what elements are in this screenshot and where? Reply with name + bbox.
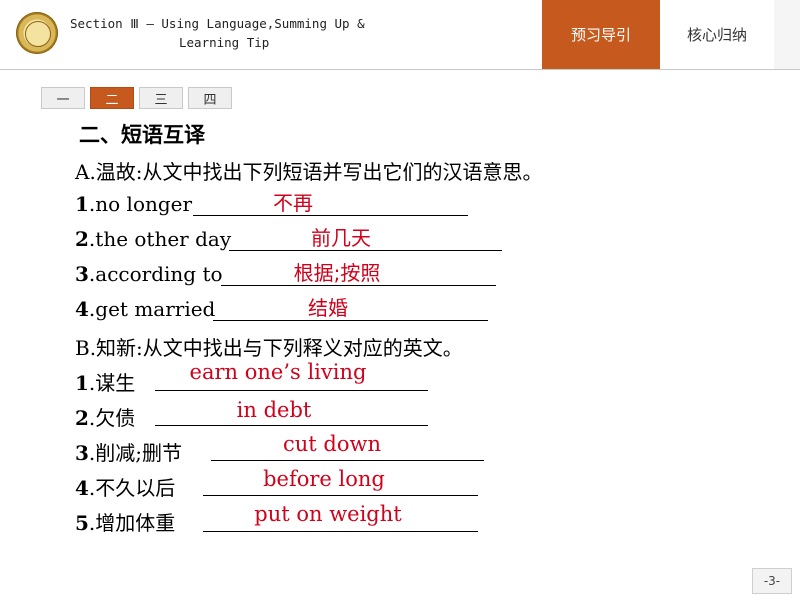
- answer-blank-line: [211, 460, 484, 461]
- item-text: .get married: [88, 297, 216, 321]
- part-b-instruction: B.知新:从文中找出与下列释义对应的英文。: [75, 336, 463, 360]
- part-b-row-5: 5.增加体重: [75, 507, 175, 537]
- item-number: 2: [75, 227, 89, 251]
- item-number: 1: [75, 371, 89, 395]
- part-a-row-4: 4.get married: [75, 297, 215, 327]
- answer-blank-line: [155, 390, 428, 391]
- answer-blank-line: [155, 425, 428, 426]
- page-heading: 二、短语互译: [79, 123, 205, 147]
- answer-text: 根据;按照: [293, 261, 381, 285]
- item-number: 4: [75, 476, 89, 500]
- part-b-row-1: 1.谋生: [75, 367, 135, 397]
- pager-button-4[interactable]: 四: [188, 87, 232, 109]
- part-b-row-2: 2.欠债: [75, 402, 135, 432]
- part-b-row-4: 4.不久以后: [75, 472, 175, 502]
- section-title: Section Ⅲ — Using Language,Summing Up & …: [70, 14, 430, 52]
- page-number: -3-: [752, 568, 792, 594]
- answer-blank-line: [203, 495, 478, 496]
- answer-text: 结婚: [308, 296, 348, 320]
- item-text: .欠债: [88, 406, 136, 430]
- part-a-instruction: A.温故:从文中找出下列短语并写出它们的汉语意思。: [75, 160, 543, 184]
- header-right-strip: [774, 0, 800, 69]
- answer-text: 不再: [273, 191, 313, 215]
- answer-text: put on weight: [254, 502, 402, 526]
- answer-text: 前几天: [311, 226, 371, 250]
- answer-text: before long: [263, 467, 385, 491]
- pager-button-2[interactable]: 二: [90, 87, 134, 109]
- school-logo-icon: [16, 12, 58, 54]
- item-text: .谋生: [88, 371, 136, 395]
- answer-text: earn one’s living: [189, 360, 367, 384]
- item-number: 5: [75, 511, 89, 535]
- item-text: .不久以后: [88, 476, 176, 500]
- tab-preview-guide[interactable]: 预习导引: [542, 0, 660, 69]
- item-number: 2: [75, 406, 89, 430]
- item-text: .no longer: [88, 192, 193, 216]
- section-title-line1: Section Ⅲ — Using Language,Summing Up &: [70, 16, 365, 31]
- item-text: .the other day: [88, 227, 232, 251]
- pager-button-3[interactable]: 三: [139, 87, 183, 109]
- item-number: 1: [75, 192, 89, 216]
- item-text: .削减;删节: [88, 441, 183, 465]
- part-b-row-3: 3.削减;删节: [75, 437, 182, 467]
- answer-blank-line: [203, 531, 478, 532]
- item-number: 3: [75, 262, 89, 286]
- section-pager: 一 二 三 四: [41, 87, 232, 109]
- part-a-row-2: 2.the other day: [75, 227, 231, 257]
- part-a-row-1: 1.no longer: [75, 192, 192, 222]
- item-number: 4: [75, 297, 89, 321]
- item-number: 3: [75, 441, 89, 465]
- answer-text: in debt: [236, 398, 312, 422]
- item-text: .增加体重: [88, 511, 176, 535]
- answer-text: cut down: [283, 432, 381, 456]
- tab-core-summary[interactable]: 核心归纳: [661, 0, 773, 69]
- item-text: .according to: [88, 262, 223, 286]
- header-bar: Section Ⅲ — Using Language,Summing Up & …: [0, 0, 800, 70]
- part-a-row-3: 3.according to: [75, 262, 223, 292]
- pager-button-1[interactable]: 一: [41, 87, 85, 109]
- section-title-line2: Learning Tip: [179, 35, 270, 50]
